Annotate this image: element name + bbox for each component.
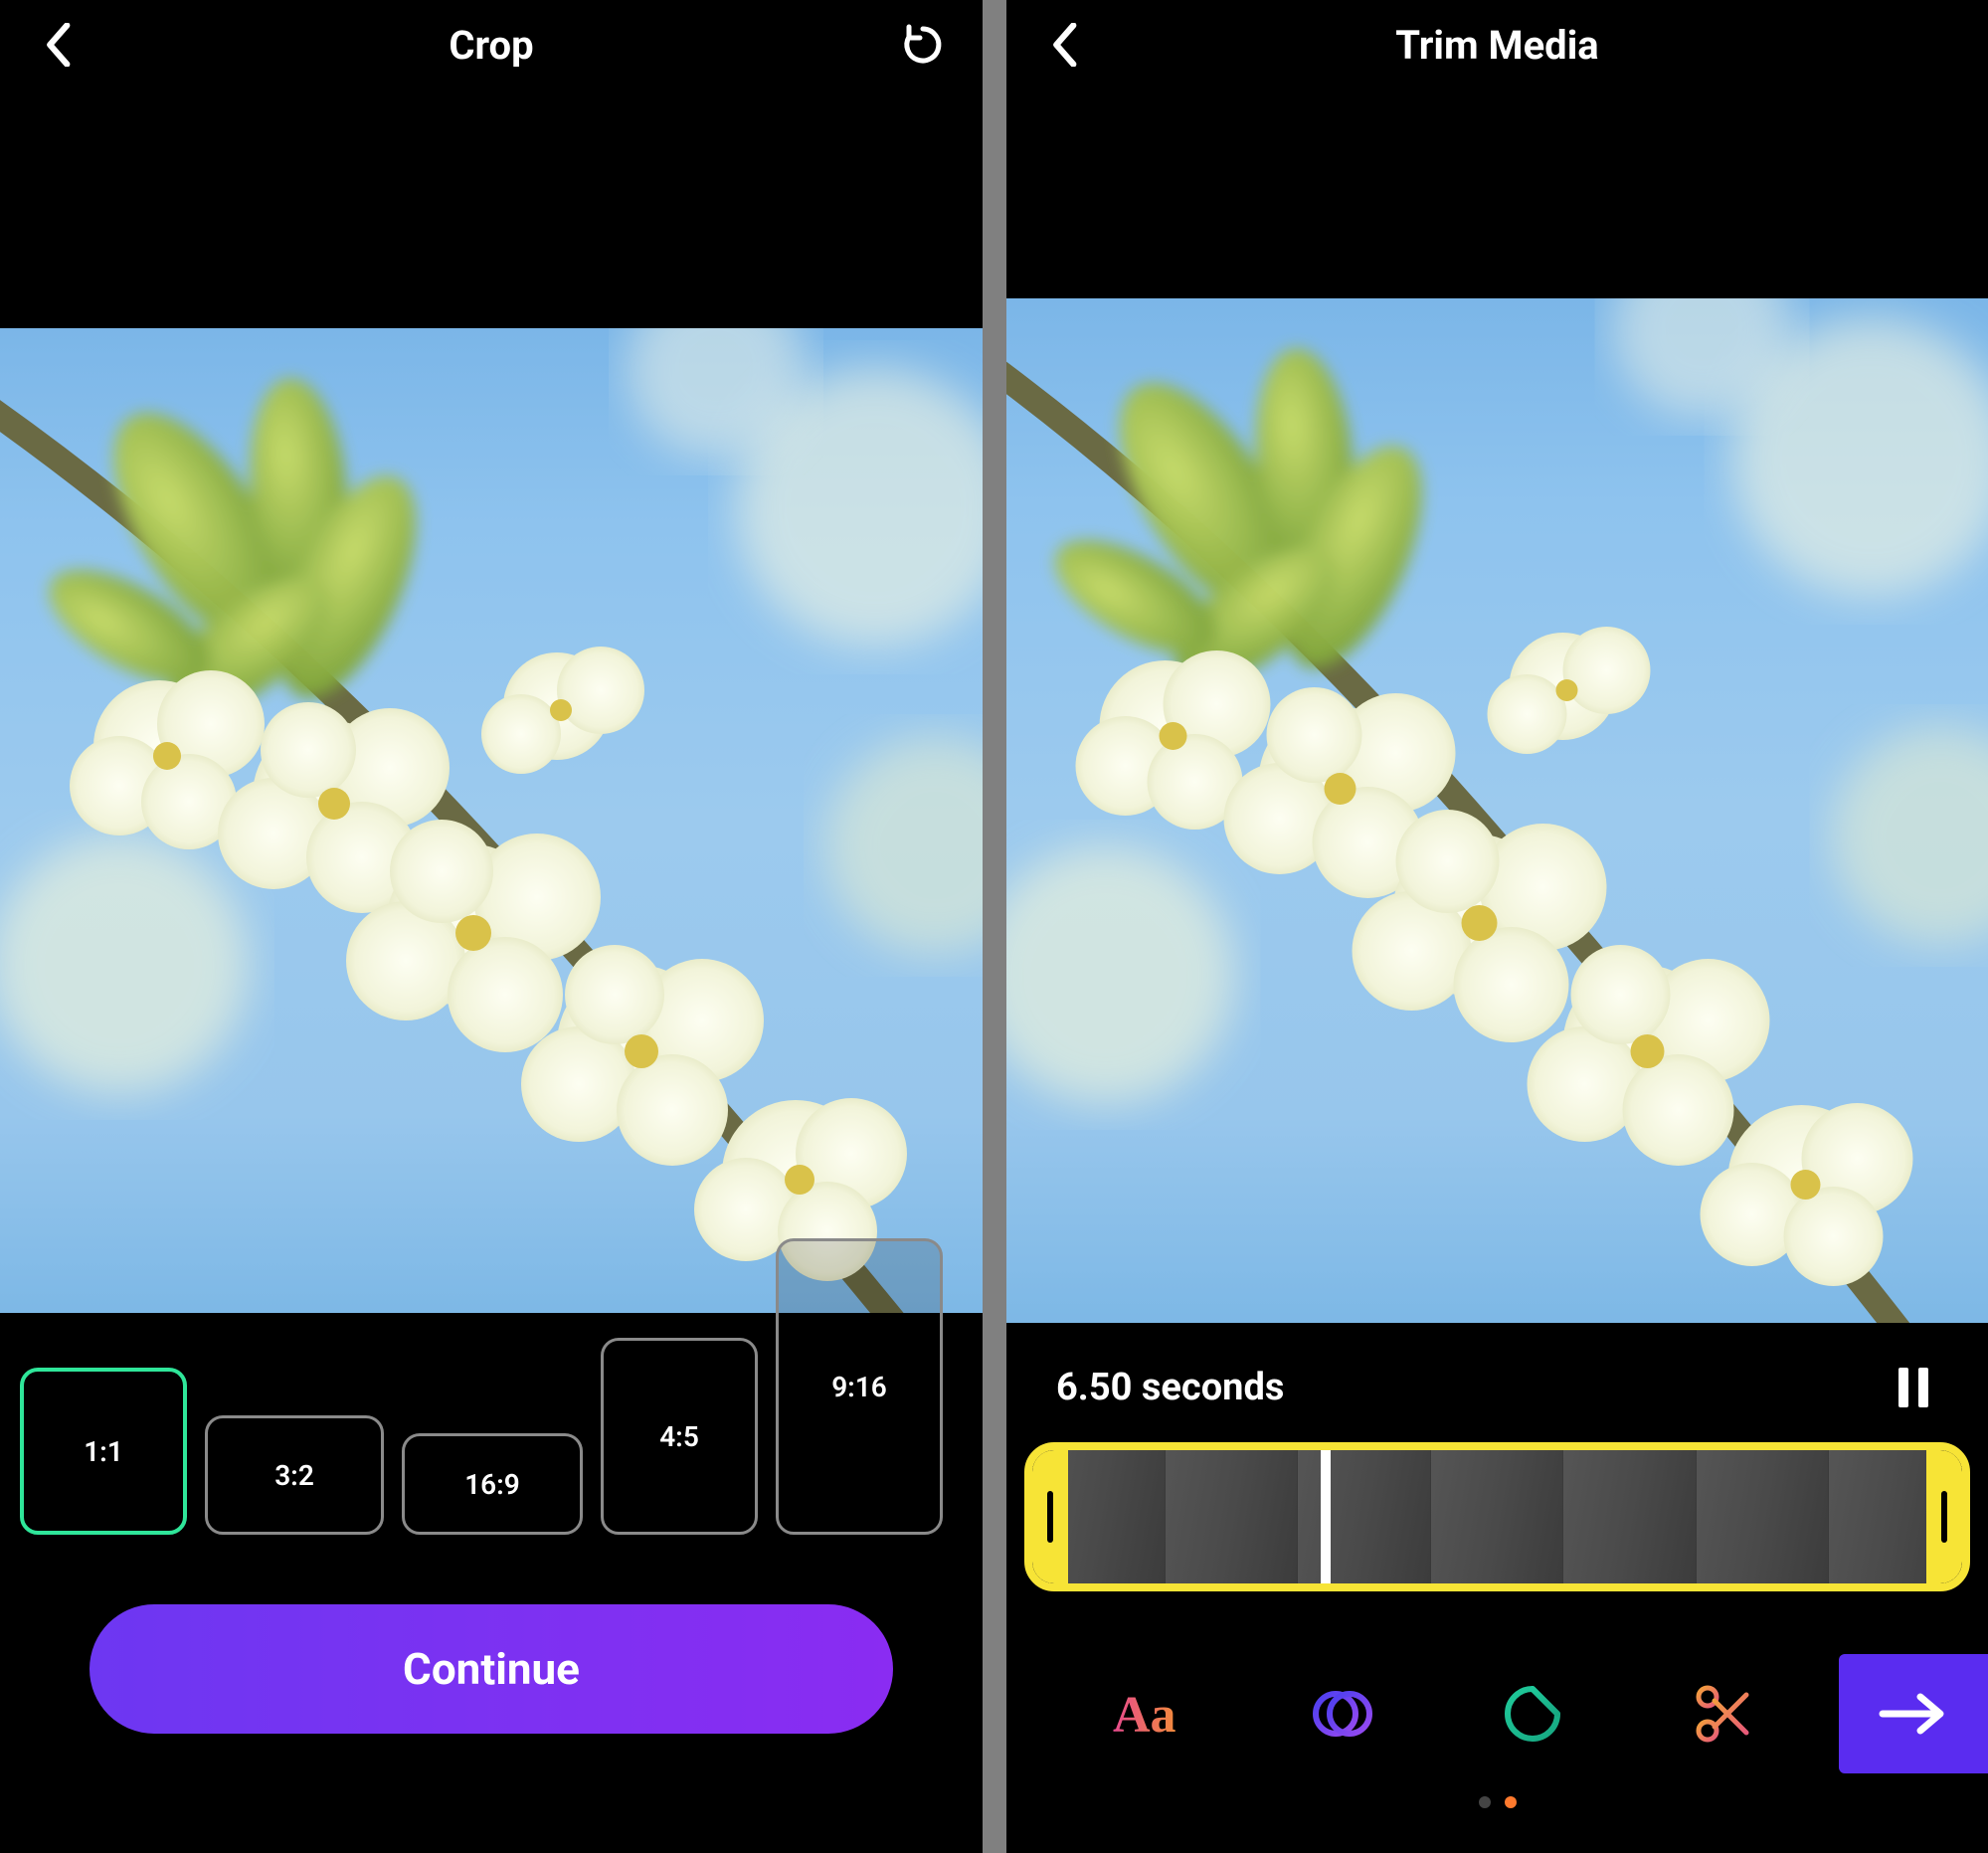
- aspect-ratio-16-9[interactable]: 16:9: [402, 1433, 583, 1535]
- continue-button[interactable]: Continue: [90, 1604, 893, 1734]
- sticker-icon: [1503, 1684, 1562, 1744]
- photo-preview: [1006, 298, 1988, 1323]
- trim-handle-start[interactable]: [1032, 1450, 1068, 1583]
- timeline-frame[interactable]: [1431, 1450, 1564, 1583]
- trim-screen: Trim Media: [1006, 0, 1988, 1853]
- aspect-ratio-row: 1:1 3:2 16:9 4:5 9:16: [20, 1238, 983, 1535]
- pause-icon: [1897, 1366, 1930, 1409]
- timeline-frame[interactable]: [1166, 1450, 1299, 1583]
- sticker-tool[interactable]: [1438, 1654, 1629, 1773]
- duration-label: 6.50 seconds: [1056, 1366, 1284, 1409]
- trim-header: Trim Media: [1006, 0, 1988, 90]
- timeline-frame[interactable]: [1697, 1450, 1830, 1583]
- next-button[interactable]: [1839, 1654, 1988, 1773]
- crop-header: Crop: [0, 0, 983, 90]
- timeline-frame[interactable]: [1298, 1450, 1431, 1583]
- filter-tool[interactable]: [1247, 1654, 1438, 1773]
- filter-icon: [1312, 1683, 1373, 1745]
- trim-handle-end[interactable]: [1926, 1450, 1962, 1583]
- timeline-container: [1006, 1432, 1988, 1591]
- chevron-left-icon: [45, 23, 75, 67]
- back-button[interactable]: [1042, 21, 1090, 69]
- undo-button[interactable]: [899, 21, 947, 69]
- ratio-label: 9:16: [831, 1371, 887, 1403]
- svg-text:Aa: Aa: [1113, 1687, 1176, 1744]
- trim-tool[interactable]: [1628, 1654, 1819, 1773]
- page-indicator: [1006, 1796, 1988, 1808]
- crop-title: Crop: [0, 22, 983, 69]
- ratio-label: 16:9: [464, 1468, 520, 1501]
- text-tool[interactable]: Aa: [1056, 1654, 1247, 1773]
- aspect-ratio-1-1[interactable]: 1:1: [20, 1368, 187, 1535]
- ratio-label: 3:2: [274, 1459, 314, 1492]
- ratio-label: 1:1: [84, 1435, 123, 1468]
- photo-preview: [0, 328, 983, 1313]
- trim-image-area[interactable]: [1006, 298, 1988, 1323]
- crop-screen: Crop: [0, 0, 983, 1853]
- page-dot-active[interactable]: [1505, 1796, 1517, 1808]
- page-dot[interactable]: [1479, 1796, 1491, 1808]
- duration-row: 6.50 seconds: [1006, 1323, 1988, 1432]
- timeline-frame[interactable]: [1563, 1450, 1697, 1583]
- timeline-playhead[interactable]: [1321, 1448, 1331, 1585]
- crop-image-area[interactable]: [0, 328, 983, 1313]
- aspect-ratio-3-2[interactable]: 3:2: [205, 1415, 384, 1535]
- aspect-ratio-9-16[interactable]: 9:16: [776, 1238, 943, 1535]
- trim-timeline[interactable]: [1024, 1442, 1970, 1591]
- tool-row: Aa: [1006, 1654, 1988, 1773]
- chevron-left-icon: [1051, 23, 1081, 67]
- undo-icon: [899, 21, 947, 69]
- ratio-label: 4:5: [659, 1420, 699, 1453]
- text-icon: Aa: [1113, 1684, 1190, 1744]
- scissors-icon: [1693, 1683, 1754, 1745]
- trim-title: Trim Media: [1006, 22, 1988, 69]
- back-button[interactable]: [36, 21, 84, 69]
- continue-label: Continue: [403, 1643, 580, 1695]
- pause-button[interactable]: [1889, 1363, 1938, 1412]
- aspect-ratio-4-5[interactable]: 4:5: [601, 1338, 758, 1535]
- arrow-right-icon: [1879, 1691, 1948, 1737]
